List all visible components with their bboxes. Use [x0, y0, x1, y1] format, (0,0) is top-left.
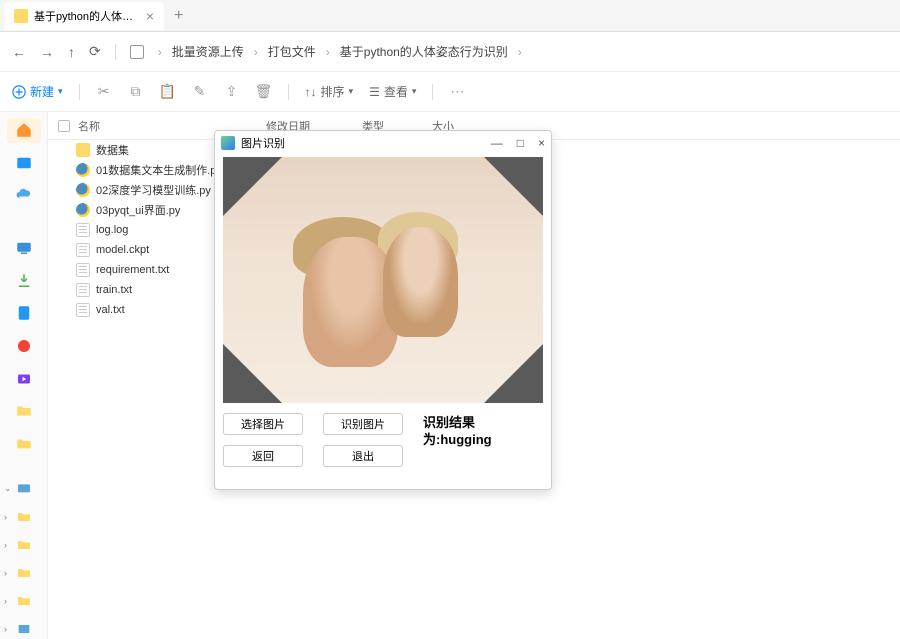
list-icon: ☰	[369, 85, 380, 99]
tab-add-button[interactable]: +	[164, 7, 193, 25]
breadcrumb: › 批量资源上传 › 打包文件 › 基于python的人体姿态行为识别 ›	[158, 43, 522, 60]
chevron-down-icon: ▾	[58, 86, 63, 97]
tree-item-4[interactable]: ›	[0, 591, 47, 611]
select-all-checkbox[interactable]	[58, 120, 70, 132]
cut-icon[interactable]: ✂	[96, 84, 112, 100]
rail-doc[interactable]	[7, 301, 41, 326]
nav-bar: ← → ↑ ⟳ › 批量资源上传 › 打包文件 › 基于python的人体姿态行…	[0, 32, 900, 72]
tab-bar: 基于python的人体姿态行为识别 × +	[0, 0, 900, 32]
image-display	[223, 157, 543, 403]
dialog-title: 图片识别	[241, 135, 285, 151]
up-icon[interactable]: ↑	[68, 44, 75, 60]
refresh-icon[interactable]: ⟳	[89, 43, 101, 60]
exit-button[interactable]: 退出	[323, 445, 403, 467]
file-name: train.txt	[96, 284, 132, 296]
tree-item-1[interactable]: ›	[0, 507, 47, 527]
rail-pc[interactable]	[7, 236, 41, 261]
file-name: 01数据集文本生成制作.py	[96, 162, 222, 178]
copy-icon[interactable]: ⧉	[128, 84, 144, 100]
col-name[interactable]: 名称	[78, 118, 100, 134]
close-icon[interactable]: ×	[146, 8, 154, 24]
view-button[interactable]: ☰ 查看 ▾	[369, 83, 416, 100]
file-name: log.log	[96, 224, 128, 236]
more-icon[interactable]: ⋯	[449, 84, 465, 100]
new-button[interactable]: 新建 ▾	[12, 83, 63, 100]
file-name: 02深度学习模型训练.py	[96, 182, 211, 198]
sort-icon: ↑↓	[305, 85, 317, 99]
dialog-title-bar: 图片识别 — □ ×	[215, 131, 551, 155]
recognize-button[interactable]: 识别图片	[323, 413, 403, 435]
rail-home[interactable]	[7, 118, 41, 143]
rail-image[interactable]	[7, 151, 41, 176]
file-name: requirement.txt	[96, 264, 169, 276]
file-icon	[76, 303, 90, 317]
file-name: 数据集	[96, 142, 129, 158]
file-name: val.txt	[96, 304, 125, 316]
file-icon	[76, 243, 90, 257]
tree-item-2[interactable]: ›	[0, 535, 47, 555]
crumb-1[interactable]: 打包文件	[268, 43, 316, 60]
rail-download[interactable]	[7, 269, 41, 294]
delete-icon[interactable]: 🗑	[256, 84, 272, 100]
tab-active[interactable]: 基于python的人体姿态行为识别 ×	[4, 2, 164, 30]
recognition-dialog: 图片识别 — □ × 选择图片 返回 识别图片 退出 识别结果为:hugging	[214, 130, 552, 490]
paste-icon[interactable]: 📋	[160, 84, 176, 100]
app-icon	[221, 136, 235, 150]
result-output: 识别结果为:hugging	[423, 413, 543, 467]
toolbar: 新建 ▾ ✂ ⧉ 📋 ✎ ⇪ 🗑 ↑↓ 排序 ▾ ☰ 查看 ▾ ⋯	[0, 72, 900, 112]
plus-icon	[12, 85, 26, 99]
close-dialog-icon[interactable]: ×	[538, 136, 545, 150]
tree-item-3[interactable]: ›	[0, 563, 47, 583]
rail-music[interactable]	[7, 334, 41, 359]
crumb-0[interactable]: 批量资源上传	[172, 43, 244, 60]
select-image-button[interactable]: 选择图片	[223, 413, 303, 435]
sort-button[interactable]: ↑↓ 排序 ▾	[305, 83, 354, 100]
tab-title: 基于python的人体姿态行为识别	[34, 8, 140, 24]
rail-video[interactable]	[7, 366, 41, 391]
tree-toggle[interactable]: ⌄	[0, 479, 47, 499]
back-icon[interactable]: ←	[12, 44, 26, 60]
rename-icon[interactable]: ✎	[192, 84, 208, 100]
file-icon	[76, 283, 90, 297]
rail-folder-2[interactable]	[7, 431, 41, 456]
crumb-2[interactable]: 基于python的人体姿态行为识别	[340, 43, 508, 60]
file-icon	[76, 223, 90, 237]
py-icon	[76, 203, 90, 217]
file-icon	[76, 263, 90, 277]
share-icon[interactable]: ⇪	[224, 84, 240, 100]
back-button[interactable]: 返回	[223, 445, 303, 467]
py-icon	[76, 183, 90, 197]
forward-icon[interactable]: →	[40, 44, 54, 60]
rail-folder-1[interactable]	[7, 399, 41, 424]
side-rail: ⌄ › › › › ›	[0, 112, 48, 639]
tree-item-5[interactable]: ›	[0, 619, 47, 639]
minimize-icon[interactable]: —	[491, 136, 503, 150]
file-name: 03pyqt_ui界面.py	[96, 202, 180, 218]
path-root-icon[interactable]	[130, 45, 144, 59]
folder-icon	[76, 143, 90, 157]
file-name: model.ckpt	[96, 244, 149, 256]
maximize-icon[interactable]: □	[517, 136, 524, 150]
py-icon	[76, 163, 90, 177]
rail-cloud[interactable]	[7, 183, 41, 208]
folder-icon	[14, 9, 28, 23]
